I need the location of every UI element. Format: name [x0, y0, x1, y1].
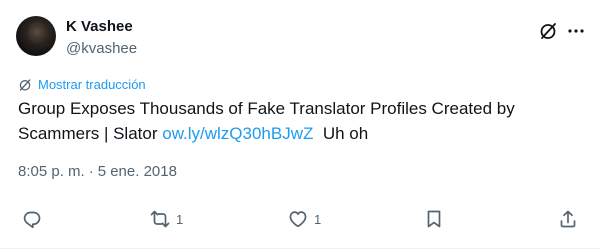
- author-handle[interactable]: @kvashee: [66, 40, 137, 57]
- like-count: 1: [314, 211, 322, 227]
- reply-button[interactable]: [22, 209, 48, 229]
- bookmark-icon: [427, 210, 441, 228]
- like-button[interactable]: 1: [288, 209, 321, 229]
- tweet-time[interactable]: 8:05 p. m.: [18, 163, 85, 180]
- tweet-timestamp[interactable]: 8:05 p. m. · 5 ene. 2018: [18, 163, 177, 180]
- heart-icon: [289, 211, 307, 228]
- retweet-count: 1: [176, 211, 184, 227]
- bottom-divider: [0, 248, 600, 249]
- show-translation-button[interactable]: Mostrar traducción: [18, 77, 146, 92]
- tweet-link[interactable]: ow.ly/wlzQ30hBJwZ: [162, 124, 313, 143]
- show-translation-label[interactable]: Mostrar traducción: [38, 77, 146, 92]
- share-button[interactable]: [558, 209, 578, 229]
- timestamp-separator: ·: [88, 163, 94, 180]
- tweet-text-after: Uh oh: [313, 124, 369, 143]
- grok-icon[interactable]: [538, 21, 558, 41]
- reply-icon: [23, 211, 41, 229]
- more-options-icon[interactable]: [566, 21, 586, 41]
- author-name[interactable]: K Vashee: [66, 18, 133, 35]
- retweet-icon: [150, 210, 170, 228]
- share-icon: [560, 210, 576, 228]
- tweet-date[interactable]: 5 ene. 2018: [98, 163, 177, 180]
- tweet-text: Group Exposes Thousands of Fake Translat…: [18, 96, 578, 146]
- grok-translate-icon: [19, 78, 31, 91]
- bookmark-button[interactable]: [424, 209, 444, 229]
- avatar[interactable]: [16, 16, 56, 56]
- retweet-button[interactable]: 1: [150, 209, 183, 229]
